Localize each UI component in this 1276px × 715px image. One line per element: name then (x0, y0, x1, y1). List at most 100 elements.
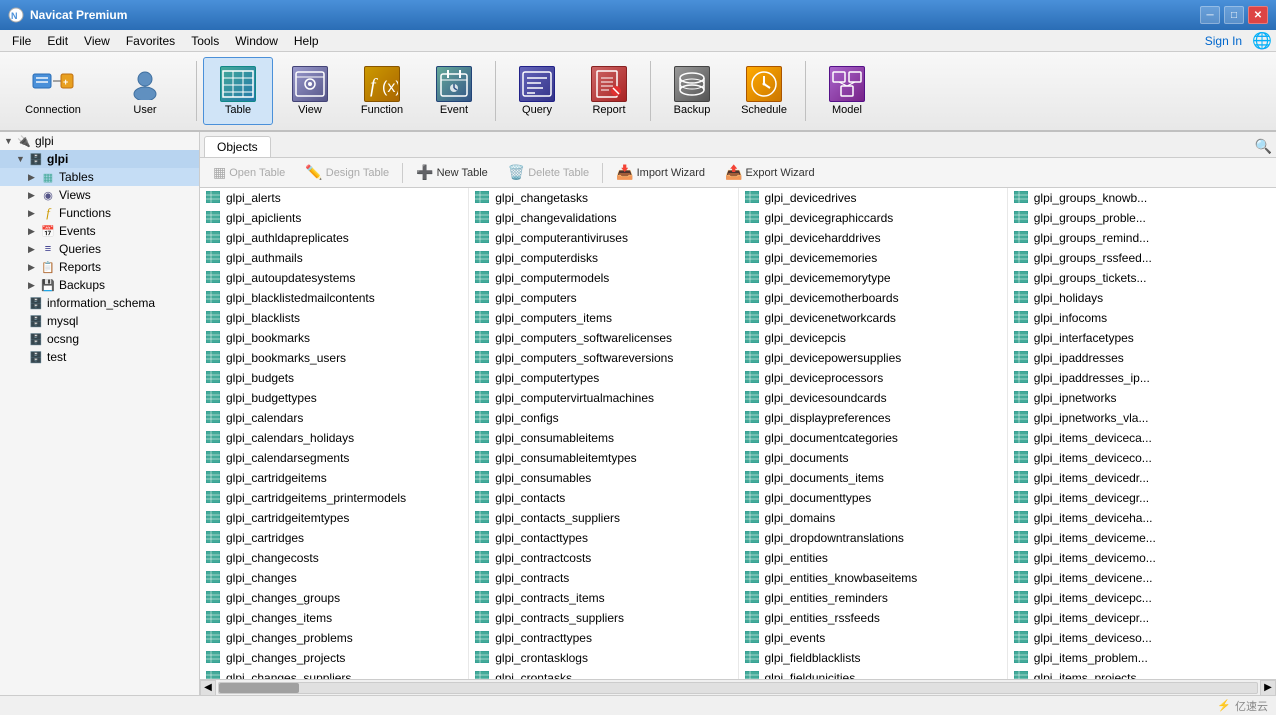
table-row[interactable]: glpi_cartridges (200, 528, 468, 548)
table-row[interactable]: glpi_crontasks (469, 668, 737, 679)
menu-favorites[interactable]: Favorites (118, 32, 183, 50)
table-row[interactable]: glpi_cartridgeitems_printermodels (200, 488, 468, 508)
table-row[interactable]: glpi_calendarsegments (200, 448, 468, 468)
table-row[interactable]: glpi_changes_items (200, 608, 468, 628)
table-row[interactable]: glpi_calendars (200, 408, 468, 428)
tree-server-glpi[interactable]: ▼ 🔌 glpi (0, 132, 199, 150)
table-row[interactable]: glpi_items_devicene... (1008, 568, 1276, 588)
toolbar-query-btn[interactable]: Query (502, 57, 572, 125)
maximize-btn[interactable]: □ (1224, 6, 1244, 24)
search-icon[interactable]: 🔍 (1255, 138, 1272, 155)
toolbar-model-btn[interactable]: Model (812, 57, 882, 125)
delete-table-btn[interactable]: 🗑️ Delete Table (499, 160, 598, 185)
table-row[interactable]: glpi_holidays (1008, 288, 1276, 308)
table-row[interactable]: glpi_items_devicedr... (1008, 468, 1276, 488)
hscroll-thumb[interactable] (219, 683, 299, 693)
table-row[interactable]: glpi_budgettypes (200, 388, 468, 408)
table-row[interactable]: glpi_devicedrives (739, 188, 1007, 208)
toolbar-table-btn[interactable]: Table (203, 57, 273, 125)
table-row[interactable]: glpi_computers (469, 288, 737, 308)
table-row[interactable]: glpi_ipaddresses_ip... (1008, 368, 1276, 388)
table-row[interactable]: glpi_cartridgeitemtypes (200, 508, 468, 528)
table-row[interactable]: glpi_contacttypes (469, 528, 737, 548)
table-row[interactable]: glpi_crontasklogs (469, 648, 737, 668)
table-row[interactable]: glpi_domains (739, 508, 1007, 528)
toolbar-event-btn[interactable]: Event (419, 57, 489, 125)
table-row[interactable]: glpi_changecosts (200, 548, 468, 568)
tree-reports[interactable]: ▶ 📋 Reports (0, 258, 199, 276)
menu-view[interactable]: View (76, 32, 118, 50)
table-row[interactable]: glpi_devicesoundcards (739, 388, 1007, 408)
table-row[interactable]: glpi_changes_projects (200, 648, 468, 668)
table-row[interactable]: glpi_documentcategories (739, 428, 1007, 448)
objects-tab[interactable]: Objects (204, 136, 271, 157)
minimize-btn[interactable]: ─ (1200, 6, 1220, 24)
table-row[interactable]: glpi_contracts (469, 568, 737, 588)
tree-info-schema[interactable]: 🗄️ information_schema (0, 294, 199, 312)
table-row[interactable]: glpi_blacklistedmailcontents (200, 288, 468, 308)
table-row[interactable]: glpi_contracttypes (469, 628, 737, 648)
open-table-btn[interactable]: ▦ Open Table (204, 160, 294, 185)
menu-edit[interactable]: Edit (39, 32, 76, 50)
table-row[interactable]: glpi_changes_groups (200, 588, 468, 608)
table-row[interactable]: glpi_devicememories (739, 248, 1007, 268)
table-row[interactable]: glpi_changevalidations (469, 208, 737, 228)
menu-tools[interactable]: Tools (183, 32, 227, 50)
table-row[interactable]: glpi_consumables (469, 468, 737, 488)
table-row[interactable]: glpi_contacts_suppliers (469, 508, 737, 528)
table-row[interactable]: glpi_groups_knowb... (1008, 188, 1276, 208)
table-row[interactable]: glpi_bookmarks (200, 328, 468, 348)
table-row[interactable]: glpi_infocoms (1008, 308, 1276, 328)
table-row[interactable]: glpi_budgets (200, 368, 468, 388)
table-row[interactable]: glpi_fieldblacklists (739, 648, 1007, 668)
table-row[interactable]: glpi_deviceprocessors (739, 368, 1007, 388)
import-wizard-btn[interactable]: 📥 Import Wizard (607, 160, 714, 185)
toolbar-report-btn[interactable]: Report (574, 57, 644, 125)
tree-ocsng[interactable]: 🗄️ ocsng (0, 330, 199, 348)
table-row[interactable]: glpi_computers_items (469, 308, 737, 328)
table-row[interactable]: glpi_computertypes (469, 368, 737, 388)
tree-backups[interactable]: ▶ 💾 Backups (0, 276, 199, 294)
table-row[interactable]: glpi_devicememorytype (739, 268, 1007, 288)
table-row[interactable]: glpi_items_devicepc... (1008, 588, 1276, 608)
table-row[interactable]: glpi_contracts_items (469, 588, 737, 608)
connection-btn[interactable]: + Connection (8, 57, 98, 125)
table-row[interactable]: glpi_configs (469, 408, 737, 428)
sign-in-link[interactable]: Sign In (1205, 34, 1242, 48)
new-table-btn[interactable]: ➕ New Table (407, 160, 497, 185)
table-row[interactable]: glpi_fieldunicities (739, 668, 1007, 679)
table-row[interactable]: glpi_calendars_holidays (200, 428, 468, 448)
table-row[interactable]: glpi_bookmarks_users (200, 348, 468, 368)
tree-events[interactable]: ▶ 📅 Events (0, 222, 199, 240)
table-row[interactable]: glpi_events (739, 628, 1007, 648)
tree-tables[interactable]: ▶ ▦ Tables (0, 168, 199, 186)
toolbar-schedule-btn[interactable]: Schedule (729, 57, 799, 125)
table-row[interactable]: glpi_entities_knowbaseitems (739, 568, 1007, 588)
table-row[interactable]: glpi_authmails (200, 248, 468, 268)
table-row[interactable]: glpi_deviceharddrives (739, 228, 1007, 248)
design-table-btn[interactable]: ✏️ Design Table (296, 160, 398, 185)
table-row[interactable]: glpi_contractcosts (469, 548, 737, 568)
close-btn[interactable]: ✕ (1248, 6, 1268, 24)
table-row[interactable]: glpi_changes_problems (200, 628, 468, 648)
table-row[interactable]: glpi_ipnetworks_vla... (1008, 408, 1276, 428)
table-row[interactable]: glpi_computervirtualmachines (469, 388, 737, 408)
table-row[interactable]: glpi_items_deviceso... (1008, 628, 1276, 648)
tree-views[interactable]: ▶ ◉ Views (0, 186, 199, 204)
table-row[interactable]: glpi_apiclients (200, 208, 468, 228)
table-row[interactable]: glpi_interfacetypes (1008, 328, 1276, 348)
toolbar-function-btn[interactable]: f (x) Function (347, 57, 417, 125)
table-row[interactable]: glpi_groups_remind... (1008, 228, 1276, 248)
table-row[interactable]: glpi_computermodels (469, 268, 737, 288)
table-row[interactable]: glpi_items_devicegr... (1008, 488, 1276, 508)
menu-window[interactable]: Window (227, 32, 286, 50)
table-row[interactable]: glpi_devicepowersupplies (739, 348, 1007, 368)
tree-db-glpi[interactable]: ▼ 🗄️ glpi (0, 150, 199, 168)
table-row[interactable]: glpi_groups_tickets... (1008, 268, 1276, 288)
table-row[interactable]: glpi_items_devicepr... (1008, 608, 1276, 628)
table-row[interactable]: glpi_changetasks (469, 188, 737, 208)
table-row[interactable]: glpi_cartridgeitems (200, 468, 468, 488)
table-row[interactable]: glpi_items_projects (1008, 668, 1276, 679)
table-row[interactable]: glpi_autoupdatesystems (200, 268, 468, 288)
menu-file[interactable]: File (4, 32, 39, 50)
